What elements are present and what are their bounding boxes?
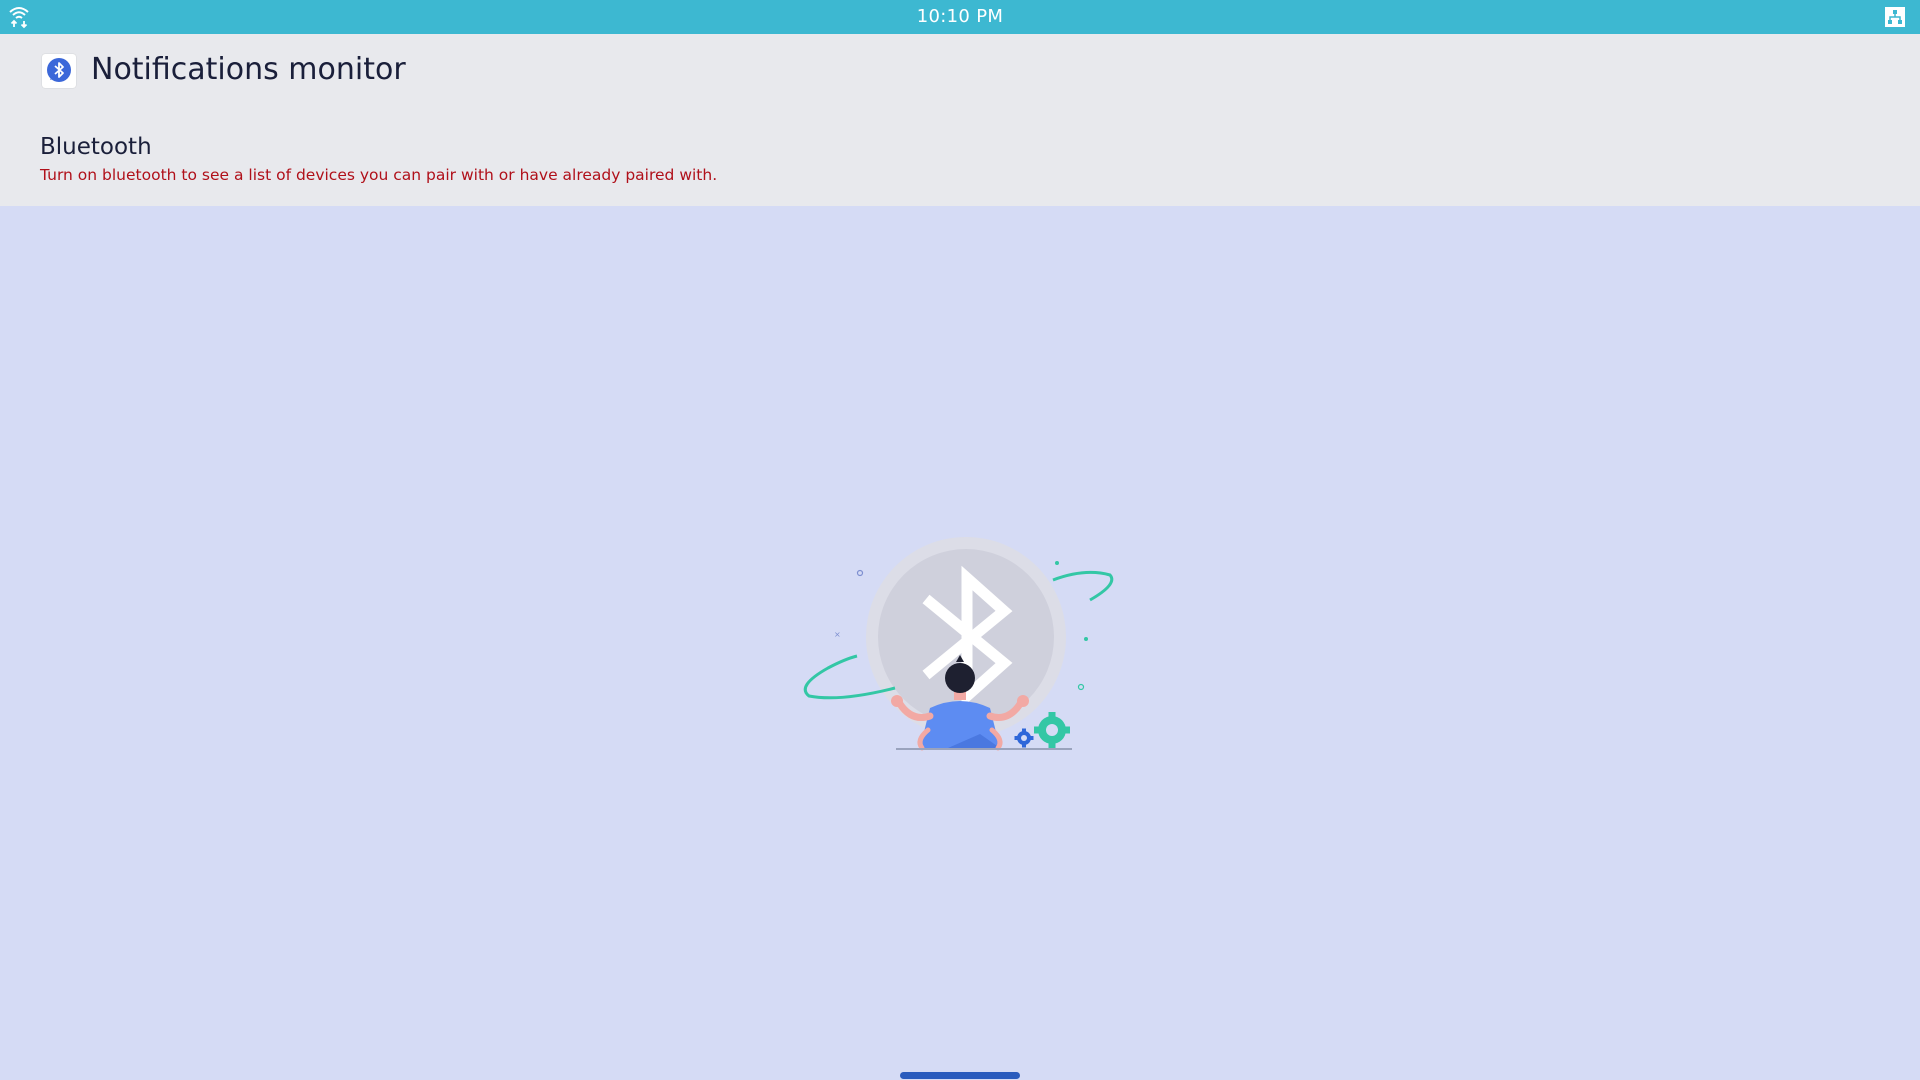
home-indicator[interactable]	[900, 1072, 1020, 1079]
page-header: Notifications monitor Bluetooth Turn on …	[0, 34, 1920, 206]
bluetooth-off-message: Turn on bluetooth to see a list of devic…	[40, 166, 718, 184]
status-bar: 10:10 PM	[0, 0, 1920, 34]
app-title: Notifications monitor	[91, 52, 406, 87]
bluetooth-chat-icon	[42, 54, 76, 88]
section-title: Bluetooth	[40, 134, 152, 160]
svg-text:×: ×	[834, 630, 841, 639]
main-content: ×	[0, 206, 1920, 1080]
network-icon[interactable]	[1884, 6, 1906, 28]
status-clock: 10:10 PM	[916, 6, 1004, 27]
bluetooth-off-person-illustration: ×	[800, 526, 1120, 766]
